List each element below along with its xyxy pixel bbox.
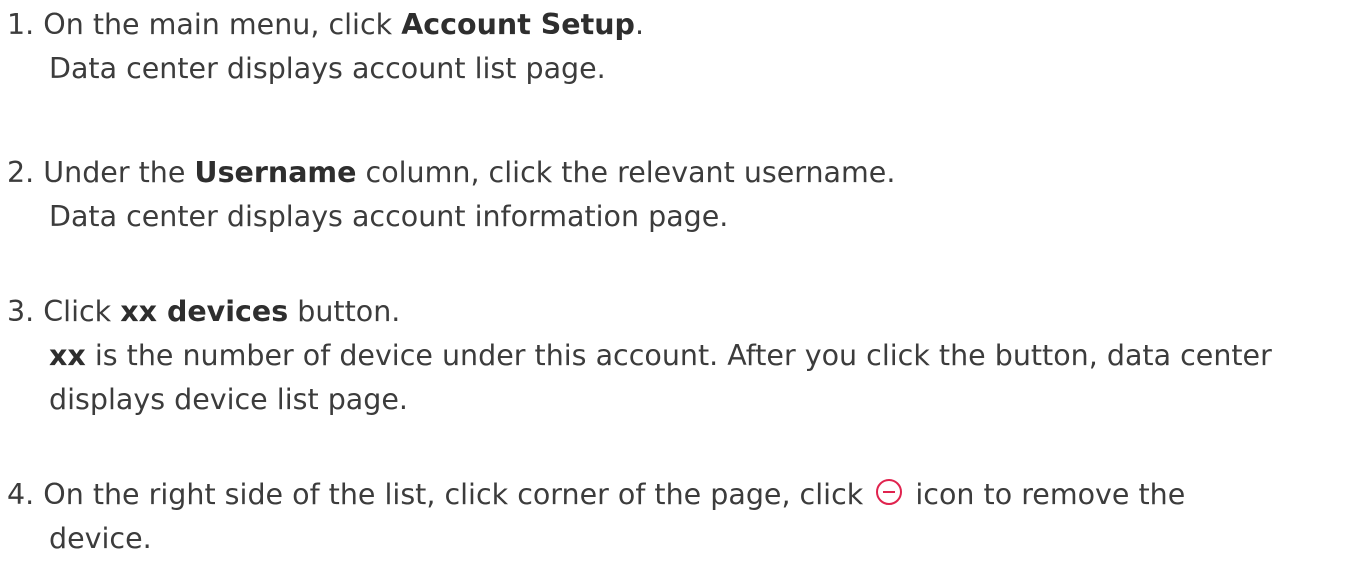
step-number: 3. (7, 295, 35, 328)
step-text: Click (43, 295, 121, 328)
step-4: 4. On the right side of the list, click … (7, 473, 1337, 561)
step-3-result: xx is the number of device under this ac… (49, 334, 1319, 422)
ui-term-xx: xx (49, 339, 86, 372)
step-3-result-text: is the number of device under this accou… (49, 339, 1272, 416)
step-3-instruction: 3. Click xx devices button. (7, 290, 1337, 334)
ui-term-username: Username (194, 156, 357, 189)
step-text: . (634, 8, 644, 41)
step-2: 2. Under the Username column, click the … (7, 151, 1337, 239)
step-1-instruction: 1. On the main menu, click Account Setup… (7, 3, 1337, 47)
step-text: On the main menu, click (43, 8, 402, 41)
step-1-result: Data center displays account list page. (49, 52, 606, 85)
step-text: icon to remove the (906, 478, 1186, 511)
step-2-instruction: 2. Under the Username column, click the … (7, 151, 1337, 195)
step-4-instruction: 4. On the right side of the list, click … (7, 473, 1337, 517)
step-1: 1. On the main menu, click Account Setup… (7, 3, 1337, 91)
step-text: Under the (43, 156, 195, 189)
step-text: On the right side of the list, click cor… (43, 478, 873, 511)
step-number: 4. (7, 478, 35, 511)
ui-term-account-setup: Account Setup (401, 8, 635, 41)
step-3: 3. Click xx devices button. xx is the nu… (7, 290, 1337, 422)
step-text: button. (288, 295, 401, 328)
step-number: 2. (7, 156, 35, 189)
ui-term-xx-devices: xx devices (120, 295, 289, 328)
minus-circle-icon (876, 479, 903, 505)
step-number: 1. (7, 8, 35, 41)
step-text: column, click the relevant username. (356, 156, 896, 189)
step-4-continuation: device. (49, 522, 152, 555)
step-2-result: Data center displays account information… (49, 200, 729, 233)
